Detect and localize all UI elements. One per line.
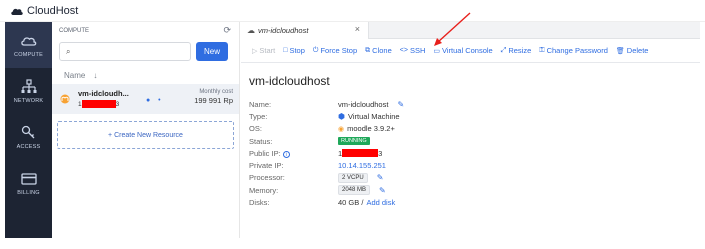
play-icon: ▷: [252, 47, 258, 55]
change-password-button[interactable]: ⚿ Change Password: [539, 46, 608, 55]
processor-chip: 2 VCPU: [338, 172, 368, 183]
card-icon: [20, 172, 37, 185]
detail-row-disks: Disks: 40 GB / Add disk: [249, 198, 396, 208]
disks-value: 40 GB /: [338, 198, 364, 208]
page-title: vm-idcloudhost: [249, 74, 330, 88]
nav-billing-label: BILLING: [17, 189, 40, 196]
panel-heading: COMPUTE: [59, 27, 89, 34]
tab-cloud-icon: ☁: [247, 26, 255, 35]
column-name[interactable]: Name: [64, 71, 85, 80]
tab-vm[interactable]: ☁ vm-idcloudhost ×: [241, 22, 369, 39]
ssh-button[interactable]: <> SSH: [400, 46, 426, 55]
redaction-block: [342, 149, 379, 158]
tab-bar: ☁ vm-idcloudhost ×: [241, 22, 700, 39]
close-icon[interactable]: ×: [355, 24, 360, 34]
private-ip-value[interactable]: 10.14.155.251: [338, 161, 386, 170]
redaction-block: [81, 100, 116, 108]
detail-row-type: Type: ⬢ Virtual Machine: [249, 111, 400, 121]
nav-access-label: ACCESS: [16, 143, 41, 150]
key-icon: [21, 125, 34, 138]
os-value: moodle 3.9.2+: [347, 124, 395, 134]
network-icon: [21, 78, 36, 93]
vm-list-ip: 1 3: [78, 100, 129, 108]
nav-compute[interactable]: COMPUTE: [5, 22, 52, 68]
stop-icon: □: [283, 47, 288, 54]
cost-value: 199 991 Rp: [194, 96, 233, 105]
public-ip-label: Public IP: i: [249, 149, 338, 159]
new-button[interactable]: New: [196, 42, 228, 61]
search-input[interactable]: ⌕: [59, 42, 191, 61]
detail-panel: ☁ vm-idcloudhost × ▷ Start □ Stop ⏻ Force S…: [241, 22, 700, 238]
add-disk-link[interactable]: Add disk: [366, 198, 395, 207]
cloud-icon: [20, 36, 36, 46]
detail-row-os: OS: ◉ moodle 3.9.2+: [249, 124, 395, 134]
resource-list-panel: COMPUTE ⟳ ⌕ New Name ↓ vm-idcloudh... 1 …: [52, 22, 240, 238]
detail-row-name: Name: vm-idcloudhost ✎: [249, 99, 405, 109]
monthly-cost: Monthly cost 199 991 Rp: [194, 89, 233, 105]
force-stop-button[interactable]: ⏻ Force Stop: [313, 46, 357, 55]
column-header: Name ↓: [52, 66, 239, 84]
trash-icon: 🗑: [615, 47, 625, 55]
edit-memory-pencil-icon[interactable]: ✎: [379, 186, 386, 195]
action-toolbar: ▷ Start □ Stop ⏻ Force Stop ⧉ Clone <> SSH ▭ V…: [241, 39, 700, 63]
create-new-resource-button[interactable]: + Create New Resource: [57, 121, 234, 149]
detail-row-private-ip: Private IP: 10.14.155.251: [249, 161, 386, 171]
info-icon[interactable]: i: [282, 151, 290, 159]
nav-compute-label: COMPUTE: [14, 51, 43, 58]
search-icon: ⌕: [66, 46, 71, 56]
detail-row-status: Status: RUNNING: [249, 135, 700, 147]
memory-chip: 2048 MB: [338, 185, 371, 196]
vm-type-value: Virtual Machine: [347, 111, 400, 121]
tab-label: vm-idcloudhost: [258, 26, 309, 35]
bottom-strip: [0, 238, 705, 249]
resize-button[interactable]: ⤢ Resize: [501, 46, 532, 55]
clone-button[interactable]: ⧉ Clone: [365, 46, 392, 55]
delete-button[interactable]: 🗑 Delete: [616, 46, 649, 55]
moodle-os-icon: ◉: [338, 125, 345, 133]
edit-name-pencil-icon[interactable]: ✎: [397, 100, 404, 109]
moodle-icon: [60, 94, 70, 104]
lock-icon: ⚿: [539, 46, 545, 54]
app-logo[interactable]: CloudHost: [10, 5, 78, 17]
stop-button[interactable]: □ Stop: [283, 46, 305, 55]
vm-list-name: vm-idcloudh...: [78, 89, 129, 98]
detail-row-memory: Memory: 2048 MB ✎: [249, 185, 386, 196]
panel-header: COMPUTE ⟳: [52, 22, 239, 39]
nav-access[interactable]: ACCESS: [5, 114, 52, 160]
app-name: CloudHost: [27, 4, 79, 17]
cost-label: Monthly cost: [199, 89, 233, 95]
virtual-console-button[interactable]: ▭ Virtual Console: [433, 46, 492, 55]
ip-suffix: 3: [115, 100, 120, 108]
nav-billing[interactable]: BILLING: [5, 160, 52, 206]
vm-name-value: vm-idcloudhost: [338, 99, 389, 109]
vm-type-icon: ⬢: [338, 111, 345, 121]
clone-icon: ⧉: [365, 46, 371, 54]
status-badge: RUNNING: [338, 137, 370, 146]
detail-row-public-ip: Public IP: i 1 3: [249, 147, 700, 159]
start-button[interactable]: ▷ Start: [252, 46, 275, 55]
nav-network-label: NETWORK: [13, 97, 44, 104]
refresh-icon[interactable]: ⟳: [223, 25, 231, 36]
cloud-logo-icon: [11, 8, 23, 15]
nav-network[interactable]: NETWORK: [5, 68, 52, 114]
detail-row-processor: Processor: 2 VCPU ✎: [249, 172, 384, 183]
edit-processor-pencil-icon[interactable]: ✎: [377, 173, 384, 182]
monitor-icon: ▭: [433, 47, 440, 55]
code-icon: <>: [399, 47, 408, 54]
vm-details: vm-idcloudhost Name: vm-idcloudhost ✎ Ty…: [241, 63, 700, 238]
side-nav: COMPUTE NETWORK ACCESS BILLING: [5, 22, 52, 238]
sort-arrow-icon[interactable]: ↓: [93, 71, 97, 80]
list-item[interactable]: vm-idcloudh... 1 3 ● • Monthly cost 199 …: [52, 84, 239, 114]
public-ip-suffix: 3: [378, 148, 383, 158]
resize-icon: ⤢: [500, 46, 507, 54]
power-icon: ⏻: [312, 46, 319, 54]
top-bar: CloudHost: [0, 0, 705, 22]
status-dots-icon: ● •: [146, 97, 164, 104]
